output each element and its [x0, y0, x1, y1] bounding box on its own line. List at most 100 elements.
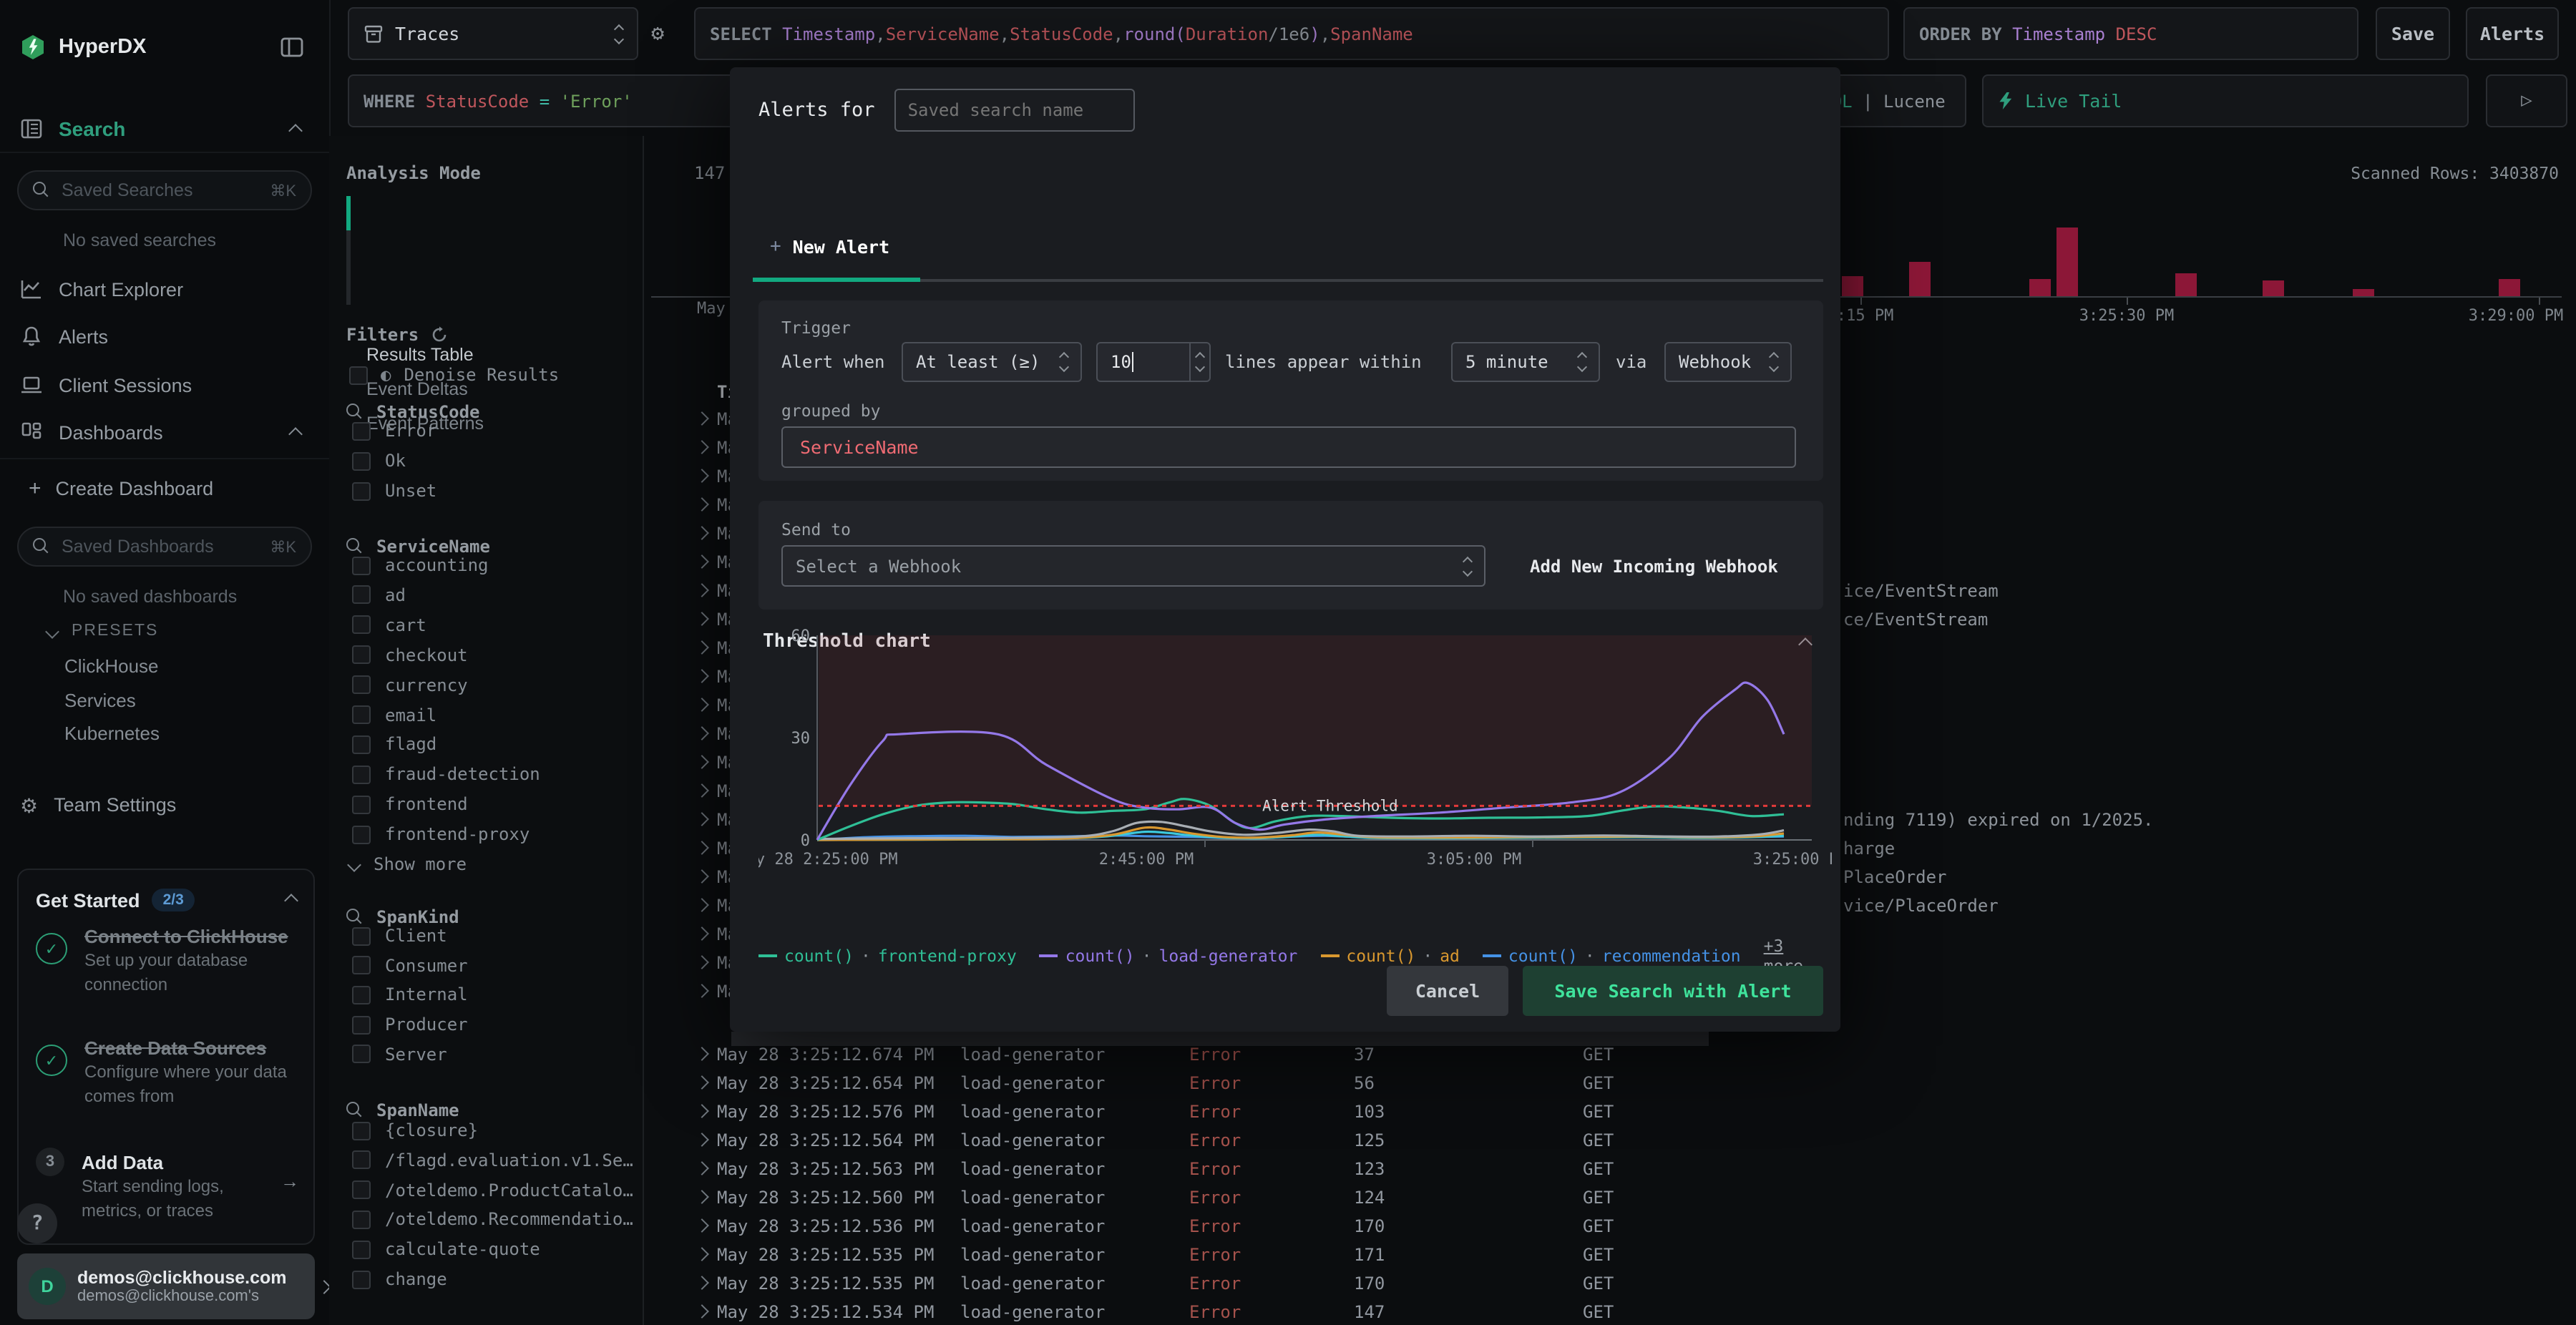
table-row[interactable]: May 28 3:25:12.563 PM load-generator Error… — [643, 1155, 2560, 1183]
legend-item[interactable]: count() · load-generator — [1039, 946, 1298, 966]
tab-new-alert[interactable]: + New Alert — [770, 236, 889, 258]
row-chevron-icon[interactable] — [695, 411, 709, 426]
grouped-by-input[interactable]: ServiceName — [781, 426, 1796, 468]
row-chevron-icon[interactable] — [695, 841, 709, 855]
cell-timestamp: May 28 3:25:12.576 PM — [717, 1102, 935, 1122]
cell-status-code: Error — [1189, 1130, 1241, 1150]
occluded-row-tail: nding 7119) expired on 1/2025. — [1843, 810, 2154, 830]
row-chevron-icon[interactable] — [695, 955, 709, 969]
scanned-rows-text: Scanned Rows: 3403870 — [2351, 163, 2559, 183]
number-spinner[interactable] — [1189, 343, 1209, 381]
x-tick-label: 3:05:00 PM — [1427, 851, 1521, 869]
channel-select[interactable]: Webhook — [1664, 342, 1792, 382]
row-chevron-icon[interactable] — [695, 984, 709, 998]
cell-span-name: GET — [1583, 1045, 1614, 1065]
row-chevron-icon[interactable] — [695, 554, 709, 569]
row-chevron-icon[interactable] — [695, 440, 709, 454]
legend-item[interactable]: count() · recommendation — [1482, 946, 1741, 966]
cell-status-code: Error — [1189, 1273, 1241, 1294]
help-button[interactable]: ? — [17, 1203, 57, 1243]
cell-service-name: load-generator — [960, 1159, 1106, 1179]
histogram-bar — [2353, 289, 2374, 296]
table-row[interactable]: May 28 3:25:12.535 PM load-generator Error… — [643, 1269, 2560, 1298]
legend-item[interactable]: count() · ad — [1320, 946, 1460, 966]
row-chevron-icon[interactable] — [695, 497, 709, 512]
row-expand-chevron-icon[interactable] — [695, 1075, 709, 1090]
row-chevron-icon[interactable] — [695, 526, 709, 540]
row-chevron-icon[interactable] — [695, 869, 709, 884]
row-expand-chevron-icon[interactable] — [695, 1304, 709, 1319]
cell-duration: 170 — [1354, 1216, 1385, 1236]
cell-timestamp: May 28 3:25:12.654 PM — [717, 1073, 935, 1093]
cell-timestamp: May 28 3:25:12.674 PM — [717, 1045, 935, 1065]
table-row[interactable]: May 28 3:25:12.535 PM load-generator Error… — [643, 1241, 2560, 1269]
cell-span-name: GET — [1583, 1245, 1614, 1265]
cell-span-name: GET — [1583, 1102, 1614, 1122]
cell-status-code: Error — [1189, 1302, 1241, 1322]
row-expand-chevron-icon[interactable] — [695, 1161, 709, 1175]
legend-item[interactable]: count() · frontend-proxy — [758, 946, 1017, 966]
cell-service-name: load-generator — [960, 1130, 1106, 1150]
legend-series-name: load-generator — [1158, 946, 1298, 966]
table-row[interactable]: May 28 3:25:12.654 PM load-generator Error… — [643, 1069, 2560, 1097]
channel-value: Webhook — [1679, 352, 1752, 372]
cell-status-code: Error — [1189, 1073, 1241, 1093]
hyperdx-app: HyperDX Search Saved Searches ⌘K No save… — [0, 0, 2576, 1325]
row-chevron-icon[interactable] — [695, 469, 709, 483]
table-row[interactable]: May 28 3:25:12.534 PM load-generator Error… — [643, 1298, 2560, 1325]
save-search-with-alert-button[interactable]: Save Search with Alert — [1523, 966, 1823, 1016]
cell-duration: 123 — [1354, 1159, 1385, 1179]
via-text: via — [1616, 352, 1647, 372]
text-cursor — [1132, 352, 1134, 372]
row-chevron-icon[interactable] — [695, 698, 709, 712]
row-chevron-icon[interactable] — [695, 926, 709, 941]
histogram-bar — [1909, 262, 1931, 296]
threshold-op-value: At least (≥) — [916, 352, 1040, 372]
cell-service-name: load-generator — [960, 1102, 1106, 1122]
legend-swatch — [1039, 954, 1058, 957]
help-label: ? — [31, 1212, 44, 1235]
cancel-button[interactable]: Cancel — [1387, 966, 1508, 1016]
threshold-value-input[interactable]: 10 — [1096, 342, 1211, 382]
webhook-select[interactable]: Select a Webhook — [781, 545, 1485, 587]
table-row[interactable]: May 28 3:25:12.564 PM load-generator Error… — [643, 1126, 2560, 1155]
cell-span-name: GET — [1583, 1273, 1614, 1294]
row-expand-chevron-icon[interactable] — [695, 1104, 709, 1118]
row-chevron-icon[interactable] — [695, 755, 709, 769]
histogram-bar — [2057, 228, 2078, 296]
lines-within-text: lines appear within — [1225, 352, 1422, 372]
row-expand-chevron-icon[interactable] — [695, 1190, 709, 1204]
row-chevron-icon[interactable] — [695, 640, 709, 655]
window-select[interactable]: 5 minute — [1451, 342, 1600, 382]
cell-span-name: GET — [1583, 1073, 1614, 1093]
threshold-chart: 0 30 60 May 28 2:25:00 PM 2:45:00 PM 3:05:00 … — [758, 627, 1832, 869]
row-chevron-icon[interactable] — [695, 783, 709, 798]
plus-icon: + — [770, 236, 781, 258]
row-expand-chevron-icon[interactable] — [695, 1218, 709, 1233]
table-row[interactable]: May 28 3:25:12.560 PM load-generator Error… — [643, 1183, 2560, 1212]
table-row[interactable]: May 28 3:25:12.576 PM load-generator Error… — [643, 1097, 2560, 1126]
legend-fn: count() — [1346, 946, 1416, 966]
cell-timestamp: May 28 3:25:12.564 PM — [717, 1130, 935, 1150]
saved-search-name-input[interactable] — [894, 89, 1136, 132]
threshold-op-select[interactable]: At least (≥) — [902, 342, 1082, 382]
table-row[interactable]: May 28 3:25:12.674 PM load-generator Error… — [643, 1040, 2560, 1069]
add-webhook-link[interactable]: Add New Incoming Webhook — [1530, 557, 1778, 577]
row-chevron-icon[interactable] — [695, 583, 709, 597]
row-expand-chevron-icon[interactable] — [695, 1247, 709, 1261]
row-expand-chevron-icon[interactable] — [695, 1133, 709, 1147]
histogram-bar — [2263, 280, 2284, 296]
row-expand-chevron-icon[interactable] — [695, 1047, 709, 1061]
row-chevron-icon[interactable] — [695, 898, 709, 912]
histogram-tick — [2127, 298, 2128, 305]
grouped-by-value: ServiceName — [800, 436, 919, 458]
row-chevron-icon[interactable] — [695, 612, 709, 626]
send-to-label: Send to — [781, 519, 851, 539]
row-chevron-icon[interactable] — [695, 726, 709, 740]
histogram-axis-label: 3:29:00 PM — [2468, 306, 2564, 325]
table-row[interactable]: May 28 3:25:12.536 PM load-generator Error… — [643, 1212, 2560, 1241]
row-chevron-icon[interactable] — [695, 669, 709, 683]
row-expand-chevron-icon[interactable] — [695, 1276, 709, 1290]
occluded-row-tail: vice/PlaceOrder — [1843, 896, 1999, 916]
row-chevron-icon[interactable] — [695, 812, 709, 826]
